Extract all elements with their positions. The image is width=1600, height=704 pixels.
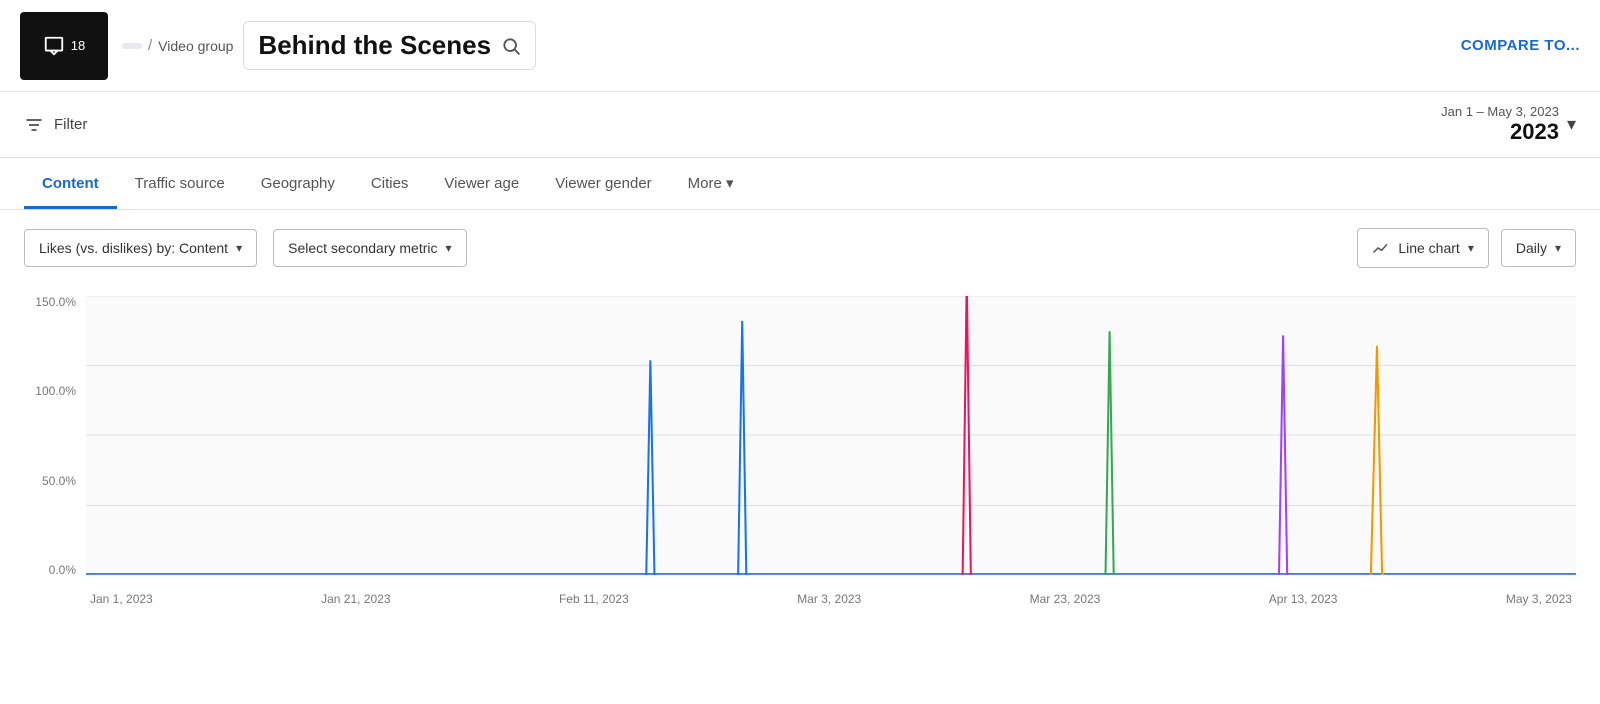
tab-viewer-gender[interactable]: Viewer gender (537, 159, 669, 209)
secondary-metric-dropdown[interactable]: Select secondary metric ▾ (273, 229, 466, 267)
breadcrumb-placeholder[interactable] (122, 43, 142, 49)
chart-type-label: Line chart (1398, 240, 1459, 256)
controls-row: Likes (vs. dislikes) by: Content ▾ Selec… (0, 210, 1600, 286)
breadcrumb: / Video group (122, 37, 233, 54)
x-label-jan1: Jan 1, 2023 (90, 592, 153, 606)
header: 18 / Video group Behind the Scenes COMPA… (0, 0, 1600, 92)
date-range-label: Jan 1 – May 3, 2023 (1441, 104, 1559, 119)
date-range-selector[interactable]: Jan 1 – May 3, 2023 2023 ▾ (1441, 104, 1576, 145)
x-label-jan21: Jan 21, 2023 (321, 592, 390, 606)
y-label-50: 50.0% (42, 475, 76, 487)
tab-traffic-source[interactable]: Traffic source (117, 159, 243, 209)
breadcrumb-video-group: Video group (158, 38, 233, 54)
tab-viewer-age[interactable]: Viewer age (426, 159, 537, 209)
primary-metric-dropdown[interactable]: Likes (vs. dislikes) by: Content ▾ (24, 229, 257, 267)
playlist-icon (43, 35, 65, 57)
tab-more[interactable]: More ▾ (670, 158, 752, 209)
tab-geography[interactable]: Geography (243, 159, 353, 209)
chart-container: 150.0% 100.0% 50.0% 0.0% (24, 296, 1576, 606)
secondary-metric-label: Select secondary metric (288, 240, 437, 256)
y-label-100: 100.0% (35, 385, 76, 397)
chart-type-caret-icon: ▾ (1468, 241, 1474, 255)
breadcrumb-separator: / (148, 37, 152, 54)
primary-metric-label: Likes (vs. dislikes) by: Content (39, 240, 228, 256)
x-label-mar3: Mar 3, 2023 (797, 592, 861, 606)
tab-content[interactable]: Content (24, 159, 117, 209)
chart-controls-right: Line chart ▾ Daily ▾ (1357, 228, 1576, 268)
filter-label: Filter (54, 116, 87, 133)
playlist-count: 18 (71, 38, 85, 53)
time-period-label: Daily (1516, 240, 1547, 256)
chart-inner (86, 296, 1576, 576)
chart-type-dropdown[interactable]: Line chart ▾ (1357, 228, 1489, 268)
y-label-150: 150.0% (35, 296, 76, 308)
filter-bar: Filter Jan 1 – May 3, 2023 2023 ▾ (0, 92, 1600, 158)
x-label-may3: May 3, 2023 (1506, 592, 1572, 606)
filter-icon (24, 115, 44, 135)
search-icon[interactable] (501, 36, 521, 56)
date-range-chevron-icon[interactable]: ▾ (1567, 114, 1576, 135)
time-period-dropdown[interactable]: Daily ▾ (1501, 229, 1576, 267)
secondary-metric-caret-icon: ▾ (446, 241, 452, 255)
y-axis: 150.0% 100.0% 50.0% 0.0% (24, 296, 84, 576)
primary-metric-caret-icon: ▾ (236, 241, 242, 255)
x-label-mar23: Mar 23, 2023 (1030, 592, 1101, 606)
chart-svg (86, 296, 1576, 576)
line-chart-icon (1372, 239, 1390, 257)
time-period-caret-icon: ▾ (1555, 241, 1561, 255)
playlist-icon-box[interactable]: 18 (20, 12, 108, 80)
tab-cities[interactable]: Cities (353, 159, 427, 209)
x-axis: Jan 1, 2023 Jan 21, 2023 Feb 11, 2023 Ma… (86, 578, 1576, 606)
page-title: Behind the Scenes (258, 30, 491, 61)
title-box: Behind the Scenes (243, 21, 536, 70)
tabs-bar: Content Traffic source Geography Cities … (0, 158, 1600, 210)
x-label-feb11: Feb 11, 2023 (559, 592, 629, 606)
y-label-0: 0.0% (49, 564, 76, 576)
date-range-year: 2023 (1510, 119, 1559, 145)
chart-area: 150.0% 100.0% 50.0% 0.0% (0, 286, 1600, 616)
compare-to-button[interactable]: COMPARE TO... (1461, 37, 1580, 54)
x-label-apr13: Apr 13, 2023 (1269, 592, 1338, 606)
filter-button[interactable]: Filter (24, 115, 87, 135)
